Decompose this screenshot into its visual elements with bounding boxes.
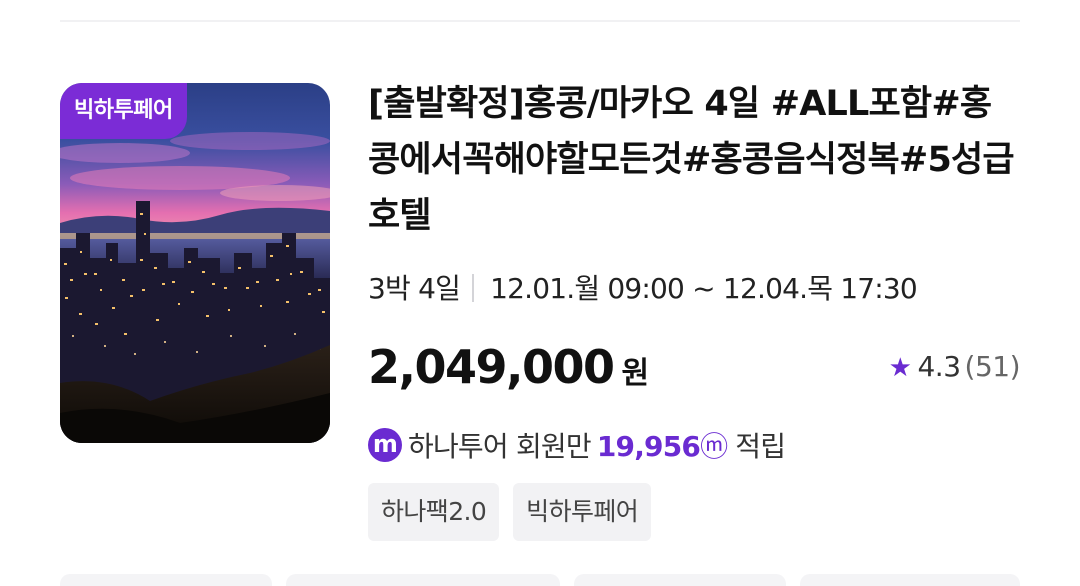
points-amount: 19,956 <box>596 430 701 463</box>
next-card-tab <box>286 574 560 586</box>
rating-score: 4.3 <box>917 350 961 383</box>
points-unit: ⓜ <box>700 430 728 463</box>
trip-duration: 3박 4일 <box>368 272 461 305</box>
product-rating[interactable]: ★ 4.3 (51) <box>888 345 1021 390</box>
price-unit: 원 <box>621 356 650 391</box>
star-icon: ★ <box>888 353 912 383</box>
top-divider <box>60 20 1020 22</box>
promo-badge: 빅하투페어 <box>60 83 187 139</box>
product-thumbnail[interactable]: 빅하투페어 <box>60 83 330 443</box>
next-card-tab <box>60 574 272 586</box>
product-info: [출발확정]홍콩/마카오 4일 #ALL포함#홍콩에서꼭해야할모든것#홍콩음식정… <box>368 83 1021 541</box>
product-price: 2,049,000 <box>368 340 615 394</box>
price-row: 2,049,000 원 ★ 4.3 (51) <box>368 337 1021 397</box>
review-count: (51) <box>964 350 1021 383</box>
member-points: m 하나투어 회원만 19,956ⓜ 적립 <box>368 425 786 469</box>
mileage-m-icon: m <box>368 428 402 462</box>
points-label: 하나투어 회원만 <box>408 430 592 463</box>
product-title[interactable]: [출발확정]홍콩/마카오 4일 #ALL포함#홍콩에서꼭해야할모든것#홍콩음식정… <box>368 76 1020 244</box>
tag-chip[interactable]: 하나팩2.0 <box>368 483 500 541</box>
trip-dates: 12.01.월 09:00 ~ 12.04.목 17:30 <box>490 272 918 305</box>
tag-chip[interactable]: 빅하투페어 <box>513 483 652 541</box>
trip-schedule: 3박 4일 12.01.월 09:00 ~ 12.04.목 17:30 <box>368 269 918 309</box>
product-card[interactable]: 빅하투페어 [출발확정]홍콩/마카오 4일 #ALL포함#홍콩에서꼭해야할모든것… <box>60 83 1021 553</box>
points-suffix: 적립 <box>735 430 786 463</box>
next-card-tab <box>574 574 786 586</box>
next-card-tab <box>800 574 1020 586</box>
product-tags: 하나팩2.0 빅하투페어 <box>368 483 652 541</box>
schedule-divider <box>472 274 475 302</box>
next-card-preview <box>0 574 1080 586</box>
